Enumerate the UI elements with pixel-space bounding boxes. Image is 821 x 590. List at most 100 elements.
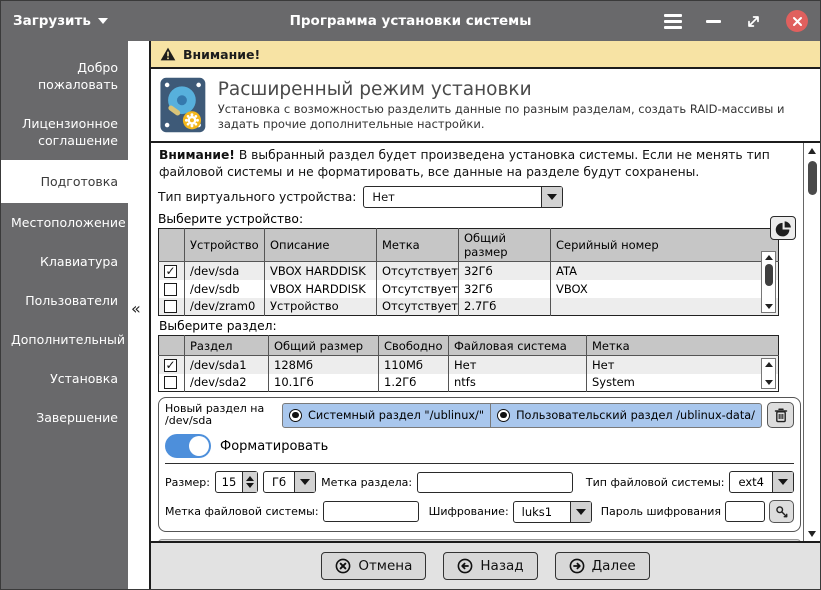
cancel-label: Отмена bbox=[358, 558, 413, 574]
encryption-password-label: Пароль шифрования bbox=[600, 505, 721, 518]
sidebar-item-keyboard[interactable]: Клавиатура bbox=[1, 242, 128, 281]
main-scrollbar[interactable] bbox=[803, 143, 820, 541]
next-label: Далее bbox=[591, 558, 636, 574]
cancel-button[interactable]: Отмена bbox=[321, 552, 427, 580]
load-menu-label: Загрузить bbox=[13, 13, 91, 29]
device-checkbox[interactable]: ✓ bbox=[164, 264, 177, 278]
device-table-header: Устройство Описание Метка Общий размер С… bbox=[158, 228, 779, 262]
back-label: Назад bbox=[480, 558, 524, 574]
device-table: Устройство Описание Метка Общий размер С… bbox=[158, 228, 779, 316]
pie-chart-icon bbox=[775, 220, 791, 236]
partition-row-sda1[interactable]: ✓ /dev/sda1 128Мб 110Мб Нет Нет bbox=[158, 355, 779, 374]
new-partition-label: Новый раздел на /dev/sda bbox=[165, 402, 265, 427]
back-icon bbox=[458, 558, 473, 574]
sidebar-item-additional[interactable]: Дополнительный bbox=[1, 320, 128, 359]
radio-icon[interactable] bbox=[497, 408, 511, 422]
close-icon[interactable] bbox=[786, 10, 808, 32]
partition-checkbox[interactable]: ✓ bbox=[164, 358, 177, 372]
chevron-down-icon[interactable] bbox=[294, 472, 316, 492]
disk-usage-button[interactable] bbox=[770, 216, 796, 240]
chevron-down-icon[interactable] bbox=[569, 501, 591, 522]
sidebar-item-location[interactable]: Местоположение bbox=[1, 203, 128, 242]
size-unit-value: Гб bbox=[271, 475, 287, 489]
sidebar-nav: Добро пожаловать Лицензионное соглашение… bbox=[1, 41, 128, 589]
warning-rest: В выбранный раздел будет произведена уст… bbox=[159, 148, 770, 179]
radio-user-partition[interactable]: Пользовательский раздел /ublinux-data/ bbox=[490, 403, 761, 427]
format-label: Форматировать bbox=[220, 438, 329, 454]
scroll-thumb[interactable] bbox=[807, 161, 817, 195]
device-row-sdb[interactable]: /dev/sdb VBOX HARDDISK Отсутствует 32Гб … bbox=[159, 279, 779, 298]
chevron-down-icon[interactable] bbox=[772, 472, 793, 492]
radio-icon[interactable] bbox=[289, 408, 303, 422]
scroll-up-icon[interactable] bbox=[808, 147, 816, 154]
delete-partition-button[interactable] bbox=[767, 402, 794, 428]
fs-type-select[interactable]: ext4 bbox=[729, 471, 794, 493]
scroll-thumb[interactable] bbox=[764, 264, 773, 286]
footer-bar: Отмена Назад Далее bbox=[151, 543, 820, 589]
virtual-device-label: Тип виртуального устройства: bbox=[158, 190, 357, 204]
encryption-value: luks1 bbox=[521, 504, 553, 519]
virtual-device-select[interactable]: Нет bbox=[363, 186, 564, 208]
warning-triangle-icon bbox=[160, 47, 176, 61]
device-checkbox[interactable] bbox=[164, 282, 177, 296]
size-unit-select[interactable]: Гб bbox=[262, 471, 317, 493]
sidebar-item-finish[interactable]: Завершение bbox=[1, 398, 128, 437]
sidebar-item-installation[interactable]: Установка bbox=[1, 359, 128, 398]
scroll-down-icon[interactable] bbox=[764, 304, 773, 309]
maximize-icon[interactable] bbox=[745, 13, 762, 30]
partition-table-header: Раздел Общий размер Свободно Файловая си… bbox=[158, 335, 779, 356]
partition-label-label: Метка раздела: bbox=[321, 475, 413, 489]
encryption-label: Шифрование: bbox=[428, 505, 509, 518]
encryption-select[interactable]: luks1 bbox=[512, 500, 592, 523]
mode-header: Расширенный режим установки Установка с … bbox=[151, 69, 820, 141]
partition-label-input[interactable] bbox=[417, 471, 573, 493]
size-value: 15 bbox=[221, 475, 237, 489]
warning-banner: Внимание! bbox=[151, 41, 820, 69]
device-row-sda[interactable]: ✓ /dev/sda VBOX HARDDISK Отсутствует 32Г… bbox=[158, 261, 779, 280]
size-label: Размер: bbox=[165, 475, 210, 489]
next-icon bbox=[569, 558, 585, 574]
minimize-icon[interactable] bbox=[706, 19, 721, 23]
page-title: Расширенный режим установки bbox=[217, 78, 532, 100]
fs-type-value: ext4 bbox=[738, 475, 764, 489]
device-row-zram0[interactable]: /dev/zram0 Устройство Отсутствует 2.7Гб bbox=[158, 297, 779, 316]
sidebar-collapse-button[interactable]: « bbox=[131, 299, 141, 318]
select-device-label: Выберите устройство: bbox=[158, 212, 304, 226]
add-partition-button[interactable]: + bbox=[158, 539, 801, 541]
partition-table-scrollbar[interactable] bbox=[761, 358, 776, 389]
partition-row-sda2[interactable]: /dev/sda2 10.1Гб 1.2Гб ntfs System bbox=[159, 373, 779, 392]
radio-system-partition[interactable]: Системный раздел "/ublinux/" bbox=[283, 404, 490, 427]
key-icon bbox=[775, 505, 787, 517]
stepper-arrows-icon[interactable] bbox=[241, 472, 257, 492]
partition-warning-text: Внимание! В выбранный раздел будет произ… bbox=[159, 147, 795, 181]
sidebar-item-license[interactable]: Лицензионное соглашение bbox=[1, 104, 128, 160]
radio-system-label: Системный раздел "/ublinux/" bbox=[308, 408, 485, 422]
content-area: Внимание! Расширенный режим установки Ус… bbox=[149, 41, 820, 589]
next-button[interactable]: Далее bbox=[554, 552, 650, 580]
scroll-up-icon[interactable] bbox=[764, 255, 773, 260]
titlebar: Загрузить Программа установки системы bbox=[1, 1, 820, 41]
scroll-down-icon[interactable] bbox=[808, 530, 816, 537]
fs-label-input[interactable] bbox=[322, 501, 419, 522]
sidebar-item-preparation[interactable]: Подготовка bbox=[1, 160, 128, 203]
scroll-up-icon[interactable] bbox=[764, 362, 773, 367]
back-button[interactable]: Назад bbox=[443, 552, 538, 580]
chevron-down-icon[interactable] bbox=[541, 187, 563, 207]
scroll-down-icon[interactable] bbox=[764, 380, 773, 385]
device-checkbox[interactable] bbox=[164, 300, 177, 314]
encryption-password-input[interactable] bbox=[725, 501, 765, 522]
size-stepper[interactable]: 15 bbox=[214, 471, 258, 493]
load-menu-button[interactable]: Загрузить bbox=[13, 13, 108, 29]
settings-scroll-region: Внимание! В выбранный раздел будет произ… bbox=[151, 141, 820, 543]
partition-checkbox[interactable] bbox=[164, 376, 177, 390]
sidebar-item-welcome[interactable]: Добро пожаловать bbox=[1, 48, 128, 104]
trash-icon bbox=[774, 408, 787, 423]
radio-user-label: Пользовательский раздел /ublinux-data/ bbox=[516, 408, 755, 422]
menu-icon[interactable] bbox=[664, 13, 682, 29]
installer-window: Загрузить Программа установки системы До… bbox=[0, 0, 821, 590]
fs-label-label: Метка файловой системы: bbox=[165, 505, 319, 518]
password-key-button[interactable] bbox=[769, 500, 794, 523]
device-table-scrollbar[interactable] bbox=[761, 251, 776, 313]
format-toggle[interactable] bbox=[165, 434, 211, 458]
sidebar-item-users[interactable]: Пользователи bbox=[1, 281, 128, 320]
